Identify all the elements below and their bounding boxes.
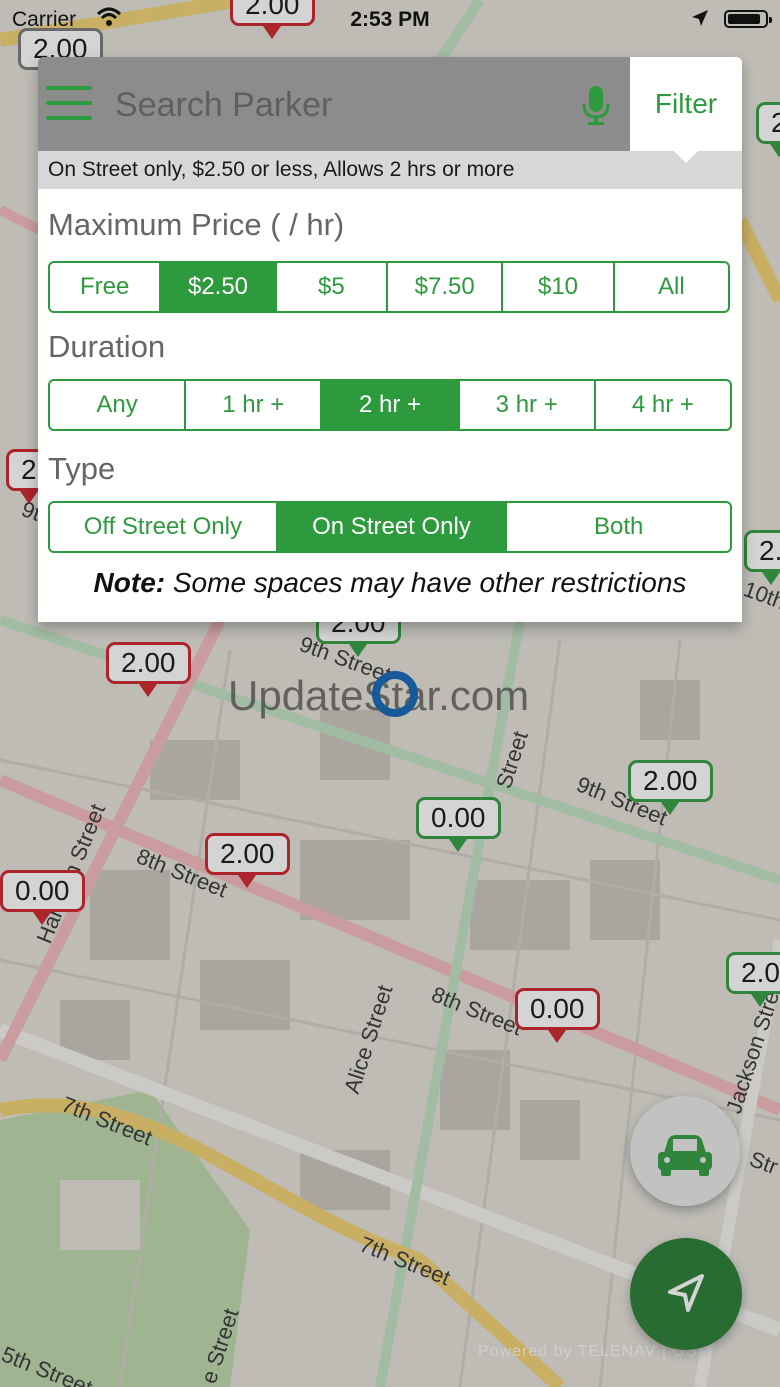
price-section-title: Maximum Price ( / hr) xyxy=(48,207,345,242)
price-option[interactable]: $2.50 xyxy=(159,263,275,311)
clock: 2:53 PM xyxy=(350,8,430,31)
price-option[interactable]: All xyxy=(612,263,728,311)
search-bar xyxy=(38,57,630,151)
duration-segmented-control: Any 1 hr +2 hr +3 hr +4 hr + xyxy=(48,379,732,431)
type-option[interactable]: Both xyxy=(505,503,730,551)
note-label: Note: xyxy=(93,567,166,598)
filter-tab[interactable]: Filter xyxy=(630,57,742,151)
price-segmented-control: Free $2.50 $5 $7.50 $10 All xyxy=(48,261,730,313)
type-section-title: Type xyxy=(48,451,116,486)
duration-option[interactable]: 2 hr + xyxy=(320,381,458,429)
type-option[interactable]: Off Street Only xyxy=(50,503,276,551)
restrictions-note: Note: Some spaces may have other restric… xyxy=(38,567,742,599)
search-input[interactable] xyxy=(113,79,497,131)
price-option[interactable]: $7.50 xyxy=(386,263,501,311)
type-option[interactable]: On Street Only xyxy=(275,503,506,551)
duration-option[interactable]: 3 hr + xyxy=(457,381,594,429)
duration-option[interactable]: Any xyxy=(50,381,184,429)
filter-panel: Filter On Street only, $2.50 or less, Al… xyxy=(38,57,742,622)
price-option[interactable]: Free xyxy=(50,263,159,311)
duration-option[interactable]: 4 hr + xyxy=(593,381,730,429)
microphone-icon[interactable] xyxy=(581,84,611,126)
filter-summary: On Street only, $2.50 or less, Allows 2 … xyxy=(38,151,742,189)
filter-tab-pointer xyxy=(674,151,698,163)
price-option[interactable]: $10 xyxy=(501,263,612,311)
location-services-icon xyxy=(692,10,708,26)
duration-option[interactable]: 1 hr + xyxy=(184,381,320,429)
duration-section-title: Duration xyxy=(48,329,166,364)
type-segmented-control: Off Street Only On Street Only Both xyxy=(48,501,732,553)
note-text: Some spaces may have other restrictions xyxy=(165,567,687,598)
hamburger-menu-icon[interactable] xyxy=(46,84,92,124)
battery-icon xyxy=(724,10,772,28)
status-bar: Carrier 2:53 PM xyxy=(0,0,780,40)
price-option[interactable]: $5 xyxy=(274,263,386,311)
